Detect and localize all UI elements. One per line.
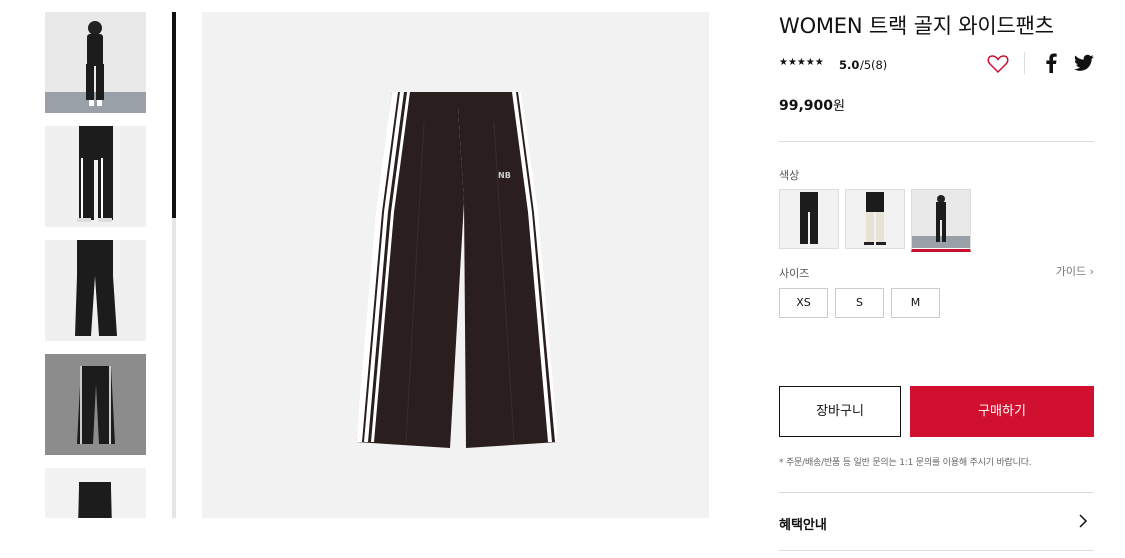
thumbnail-2[interactable] bbox=[45, 126, 146, 227]
rating-total: /5 bbox=[860, 58, 872, 72]
size-label: 사이즈 bbox=[779, 267, 810, 280]
color-swatch-cream[interactable] bbox=[845, 189, 905, 249]
divider bbox=[779, 492, 1094, 493]
divider bbox=[779, 550, 1094, 551]
price-unit: 원 bbox=[833, 99, 845, 114]
thumbnail-list bbox=[45, 12, 146, 518]
product-title: WOMEN 트랙 골지 와이드팬츠 bbox=[779, 14, 1054, 38]
cart-button[interactable]: 장바구니 bbox=[779, 386, 901, 437]
star-rating: ★★★★★ bbox=[779, 57, 824, 68]
size-m-button[interactable]: M bbox=[891, 288, 940, 318]
thumbnail-5[interactable] bbox=[45, 468, 146, 518]
benefit-label[interactable]: 혜택안내 bbox=[779, 514, 827, 533]
main-product-image: NB bbox=[202, 12, 709, 518]
thumbnail-1[interactable] bbox=[45, 12, 146, 113]
heart-icon[interactable] bbox=[987, 54, 1009, 74]
price-value: 99,900 bbox=[779, 98, 834, 114]
inquiry-notice: * 주문/배송/반품 등 일반 문의는 1:1 문의를 이용해 주시기 바랍니다… bbox=[779, 458, 1032, 468]
rating-row: ★★★★★ 5.0 /5 (8) bbox=[779, 52, 1094, 74]
twitter-icon[interactable] bbox=[1074, 54, 1094, 72]
divider bbox=[1024, 52, 1025, 74]
review-count[interactable]: (8) bbox=[871, 58, 887, 72]
price: 99,900원 bbox=[779, 95, 845, 114]
divider bbox=[779, 141, 1094, 142]
size-s-button[interactable]: S bbox=[835, 288, 884, 318]
rating-score: 5.0 bbox=[839, 58, 860, 72]
buy-button[interactable]: 구매하기 bbox=[910, 386, 1094, 437]
svg-text:NB: NB bbox=[498, 171, 511, 180]
color-label: 색상 bbox=[779, 169, 800, 182]
scrollbar-thumb[interactable] bbox=[172, 12, 176, 218]
facebook-icon[interactable] bbox=[1044, 53, 1058, 73]
size-guide-link[interactable]: 가이드 › bbox=[1056, 263, 1094, 279]
size-xs-button[interactable]: XS bbox=[779, 288, 828, 318]
color-swatch-selected[interactable] bbox=[911, 189, 971, 252]
thumbnail-4[interactable] bbox=[45, 354, 146, 455]
thumbnail-3[interactable] bbox=[45, 240, 146, 341]
thumbnail-scrollbar[interactable] bbox=[172, 12, 176, 518]
chevron-right-icon[interactable] bbox=[1078, 512, 1088, 530]
color-swatch-black[interactable] bbox=[779, 189, 839, 249]
